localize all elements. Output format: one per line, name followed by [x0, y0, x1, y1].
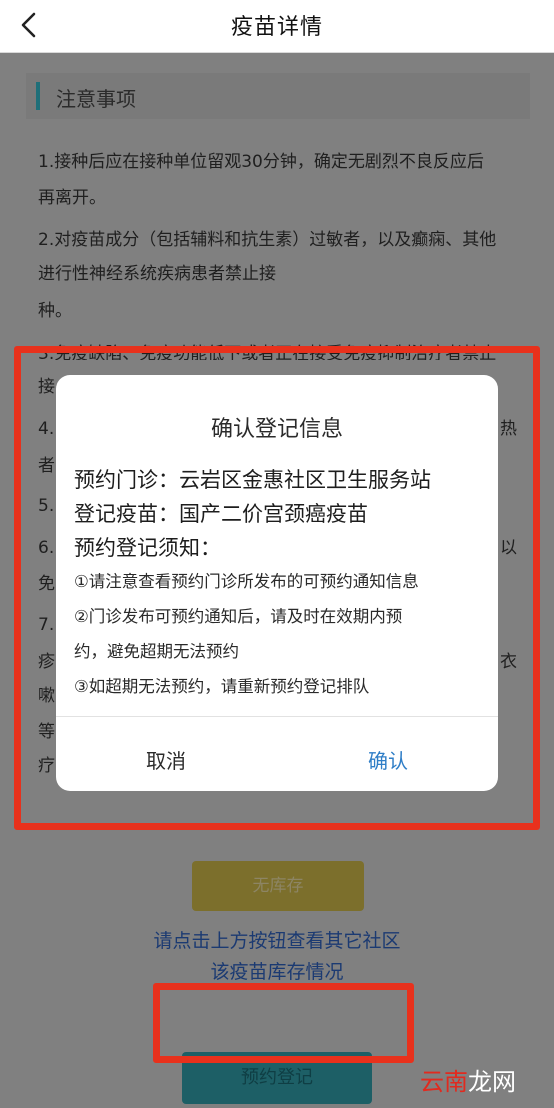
clinic-line: 预约门诊：云岩区金惠社区卫生服务站: [74, 468, 431, 492]
notice-heading: 预约登记须知：: [74, 536, 221, 560]
dialog-title: 确认登记信息: [210, 417, 343, 442]
section-accent-bar: [36, 82, 40, 110]
notice-item: ③如超期无法预约，请重新预约登记排队: [74, 677, 370, 696]
confirm-dialog: 确认登记信息 预约门诊：云岩区金惠社区卫生服务站 登记疫苗：国产二价宫颈癌疫苗 …: [56, 375, 498, 791]
notice-item: ②门诊发布可预约通知后，请及时在效期内预: [74, 607, 403, 626]
highlight-box-reserve: [153, 983, 414, 1063]
dialog-divider: [56, 716, 498, 717]
cancel-button[interactable]: 取消: [116, 741, 216, 781]
out-of-stock-button[interactable]: 无库存: [192, 861, 364, 911]
notice-line: 进行性神经系统疾病患者禁止接: [38, 264, 276, 284]
hint-text[interactable]: 请点击上方按钮查看其它社区: [0, 926, 554, 953]
notice-line: 再离开。: [38, 188, 106, 208]
notice-item: ①请注意查看预约门诊所发布的可预约通知信息: [74, 572, 419, 591]
notice-item: 约，避免超期无法预约: [74, 642, 239, 661]
section-header: 注意事项: [26, 73, 530, 119]
page-title: 疫苗详情: [230, 15, 323, 40]
confirm-button[interactable]: 确认: [338, 741, 438, 781]
hint-text[interactable]: 该疫苗库存情况: [0, 957, 554, 984]
watermark-part: 云南: [420, 1068, 468, 1096]
watermark-part: 龙网: [468, 1068, 516, 1096]
vaccine-line: 登记疫苗：国产二价宫颈癌疫苗: [74, 502, 368, 526]
notice-line: 1.接种后应在接种单位留观30分钟，确定无剧烈不良反应后: [38, 152, 484, 172]
top-app-bar: 疫苗详情: [0, 0, 554, 53]
watermark-logo: 云南龙网: [420, 1062, 516, 1097]
notice-line: 种。: [38, 301, 72, 321]
notice-line: 2.对疫苗成分（包括辅料和抗生素）过敏者，以及癫痫、其他: [38, 230, 497, 250]
section-title: 注意事项: [56, 87, 136, 111]
